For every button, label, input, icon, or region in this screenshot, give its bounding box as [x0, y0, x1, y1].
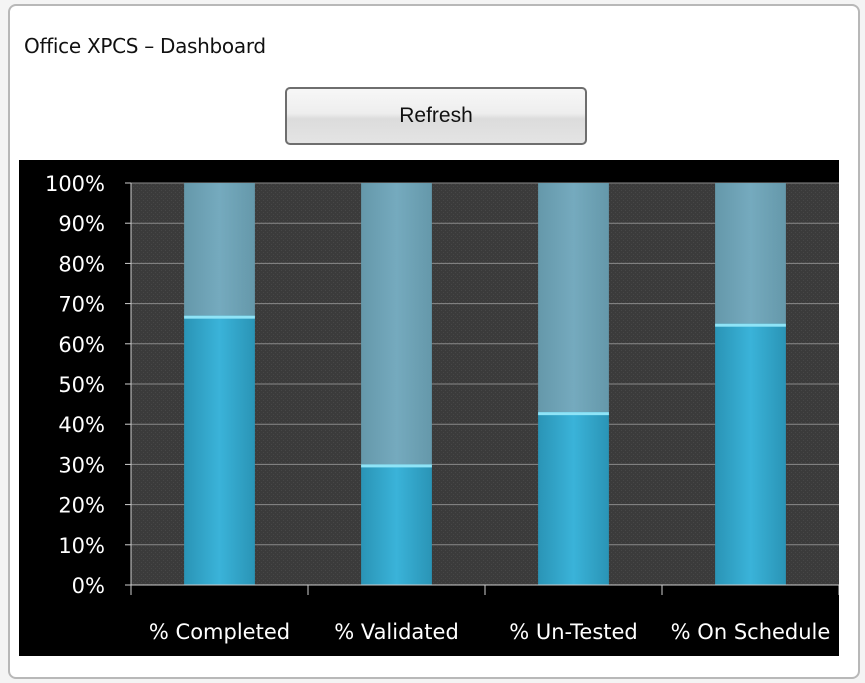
y-tick-label: 90%	[58, 212, 105, 236]
bar-remainder	[361, 183, 432, 465]
y-tick-label: 40%	[58, 413, 105, 437]
y-tick-label: 60%	[58, 333, 105, 357]
bar-remainder	[538, 183, 609, 413]
y-tick-label: 100%	[45, 172, 105, 196]
y-tick-label: 0%	[72, 574, 105, 598]
bar-remainder	[715, 183, 786, 324]
y-tick-label: 50%	[58, 373, 105, 397]
y-tick-label: 80%	[58, 252, 105, 276]
bar	[361, 464, 432, 585]
refresh-button[interactable]: Refresh	[285, 87, 587, 145]
bar	[184, 315, 255, 585]
bar-chart: 0% 10% 20% 30% 40% 50% 60% 70% 80% 90% 100% % Compl…	[45, 172, 840, 644]
bar-remainder	[184, 183, 255, 316]
bar-cap	[538, 412, 609, 416]
bar-cap	[184, 315, 255, 319]
page-title: Office XPCS – Dashboard	[24, 34, 266, 58]
bar-cap	[715, 323, 786, 327]
x-category-label: % Validated	[334, 620, 459, 644]
y-tick-label: 10%	[58, 534, 105, 558]
x-category-label: % Un-Tested	[509, 620, 638, 644]
y-tick-label: 20%	[58, 494, 105, 518]
x-category-label: % On Schedule	[671, 620, 831, 644]
x-category-label: % Completed	[149, 620, 290, 644]
y-tick-label: 30%	[58, 453, 105, 477]
y-tick-label: 70%	[58, 293, 105, 317]
bar-cap	[361, 464, 432, 468]
bar	[538, 412, 609, 585]
chart-container: 0% 10% 20% 30% 40% 50% 60% 70% 80% 90% 100% % Compl…	[19, 160, 840, 656]
bar	[715, 323, 786, 585]
